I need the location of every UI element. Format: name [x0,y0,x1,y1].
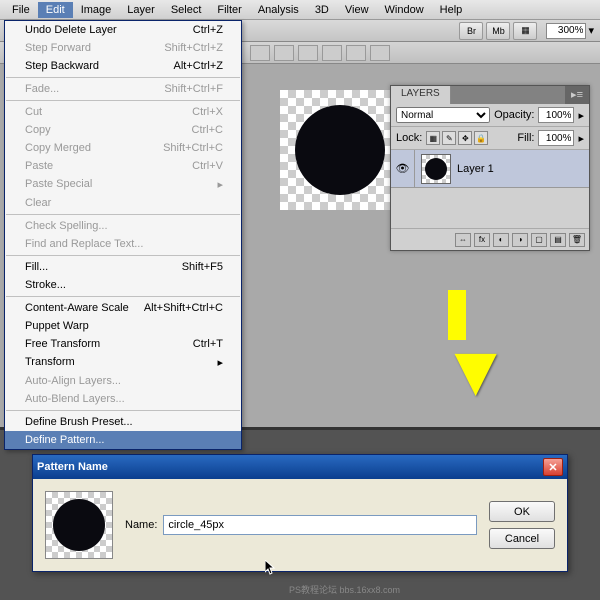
adjustment-icon[interactable]: ◑ [512,233,528,247]
dialog-title: Pattern Name [37,461,108,473]
blend-mode-select[interactable]: Normal [396,107,490,123]
arrow-annotation: ▼ [440,330,511,412]
menu-item[interactable]: Puppet Warp [5,317,241,335]
opacity-flyout-icon[interactable]: ▸ [578,109,584,122]
menubar: FileEditImageLayerSelectFilterAnalysis3D… [0,0,600,20]
layers-tab[interactable]: LAYERS [391,86,451,104]
menu-item: CutCtrl+X [5,103,241,121]
menu-item[interactable]: Define Pattern... [5,431,241,449]
align-button[interactable] [250,45,270,61]
menu-item: Paste Special ▸ [5,175,241,194]
edit-menu: Undo Delete LayerCtrl+ZStep ForwardShift… [4,20,242,450]
pattern-thumbnail [45,491,113,559]
ok-button[interactable]: OK [489,501,555,522]
menu-item: Clear [5,194,241,212]
align-button[interactable] [370,45,390,61]
lock-transparent-icon[interactable]: ▦ [426,131,440,145]
fill-flyout-icon[interactable]: ▸ [578,132,584,145]
lock-all-icon[interactable]: 🔒 [474,131,488,145]
menu-item: Find and Replace Text... [5,235,241,253]
menu-item: Fade...Shift+Ctrl+F [5,80,241,98]
menu-item[interactable]: Undo Delete LayerCtrl+Z [5,21,241,39]
menu-image[interactable]: Image [73,2,120,18]
visibility-toggle[interactable]: 👁 [391,150,415,187]
menu-item[interactable]: Free TransformCtrl+T [5,335,241,353]
menu-analysis[interactable]: Analysis [250,2,307,18]
menu-item[interactable]: Stroke... [5,276,241,294]
layer-thumbnail[interactable] [421,154,451,184]
zoom-dropdown-icon[interactable]: ▾ [588,24,594,37]
close-button[interactable]: ✕ [543,458,563,476]
menu-item[interactable]: Transform ▸ [5,353,241,372]
menu-filter[interactable]: Filter [209,2,249,18]
menu-item[interactable]: Define Brush Preset... [5,413,241,431]
pattern-name-dialog: Pattern Name ✕ Name: OK Cancel [32,454,568,572]
bridge-button[interactable]: Br [459,22,483,40]
pattern-name-input[interactable] [163,515,477,535]
layers-panel: LAYERS ▸≡ Normal Opacity: ▸ Lock: ▦✎✥🔒 Fi… [390,85,590,251]
trash-icon[interactable]: 🗑 [569,233,585,247]
mb-button[interactable]: Mb [486,22,510,40]
opacity-input[interactable] [538,107,574,123]
cancel-button[interactable]: Cancel [489,528,555,549]
align-button[interactable] [274,45,294,61]
menu-layer[interactable]: Layer [119,2,163,18]
menu-item[interactable]: Step BackwardAlt+Ctrl+Z [5,57,241,75]
group-icon[interactable]: ▢ [531,233,547,247]
menu-item: Auto-Align Layers... [5,372,241,390]
circle-shape [295,105,385,195]
align-button[interactable] [298,45,318,61]
menu-item: CopyCtrl+C [5,121,241,139]
opacity-label: Opacity: [494,109,534,121]
menu-item: Auto-Blend Layers... [5,390,241,408]
menu-item[interactable]: Content-Aware ScaleAlt+Shift+Ctrl+C [5,299,241,317]
menu-item[interactable]: Fill...Shift+F5 [5,258,241,276]
align-button[interactable] [346,45,366,61]
menu-view[interactable]: View [337,2,377,18]
lock-pixels-icon[interactable]: ✎ [442,131,456,145]
menu-select[interactable]: Select [163,2,210,18]
lock-label: Lock: [396,132,422,144]
menu-item: PasteCtrl+V [5,157,241,175]
mask-icon[interactable]: ◐ [493,233,509,247]
new-layer-icon[interactable]: ▤ [550,233,566,247]
layer-row[interactable]: 👁 Layer 1 [391,150,589,188]
menu-3d[interactable]: 3D [307,2,337,18]
menu-item: Check Spelling... [5,217,241,235]
zoom-input[interactable] [546,23,586,39]
menu-edit[interactable]: Edit [38,2,73,18]
align-button[interactable] [322,45,342,61]
panel-menu-icon[interactable]: ▸≡ [565,86,589,104]
link-layers-icon[interactable]: ⇔ [455,233,471,247]
menu-item: Step ForwardShift+Ctrl+Z [5,39,241,57]
menu-window[interactable]: Window [377,2,432,18]
lock-position-icon[interactable]: ✥ [458,131,472,145]
fill-label: Fill: [517,132,534,144]
layer-name[interactable]: Layer 1 [457,163,494,175]
menu-file[interactable]: File [4,2,38,18]
menu-help[interactable]: Help [432,2,471,18]
menu-item: Copy MergedShift+Ctrl+C [5,139,241,157]
fill-input[interactable] [538,130,574,146]
screen-mode-button[interactable]: ▦ [513,22,537,40]
document-canvas[interactable] [280,90,400,210]
fx-icon[interactable]: fx [474,233,490,247]
watermark: PS教程论坛 bbs.16xx8.com [289,583,400,596]
name-label: Name: [125,519,157,531]
